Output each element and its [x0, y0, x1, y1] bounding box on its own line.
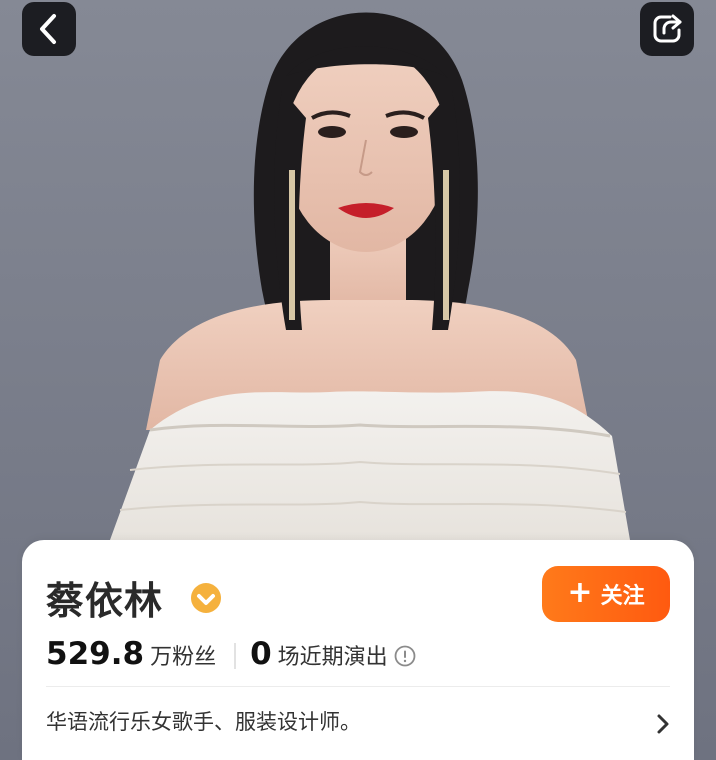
back-button[interactable] [22, 2, 76, 56]
share-icon [653, 14, 682, 43]
chevron-left-icon [40, 14, 56, 44]
plus-icon: + [567, 574, 593, 610]
info-icon[interactable] [394, 645, 416, 667]
follow-button[interactable]: + 关注 [542, 566, 670, 622]
chevron-right-icon[interactable] [654, 712, 672, 736]
stats-divider [234, 643, 237, 669]
stats-row: 529.8 万粉丝 0 场近期演出 [46, 636, 416, 676]
section-divider [46, 686, 670, 687]
shows-count: 0 [250, 636, 272, 672]
shows-label: 场近期演出 [277, 645, 388, 670]
fans-label: 万粉丝 [150, 645, 217, 670]
artist-bio[interactable]: 华语流行乐女歌手、服装设计师。 [46, 706, 606, 736]
share-button[interactable] [640, 2, 694, 56]
profile-card: 蔡依林 + 关注 529.8 万粉丝 0 场近期演出 华语流行乐女歌手、服装设计… [22, 540, 694, 760]
artist-name: 蔡依林 [46, 579, 164, 623]
verified-check-icon [191, 583, 221, 613]
fans-count: 529.8 [46, 636, 145, 672]
follow-label: 关注 [600, 584, 645, 609]
